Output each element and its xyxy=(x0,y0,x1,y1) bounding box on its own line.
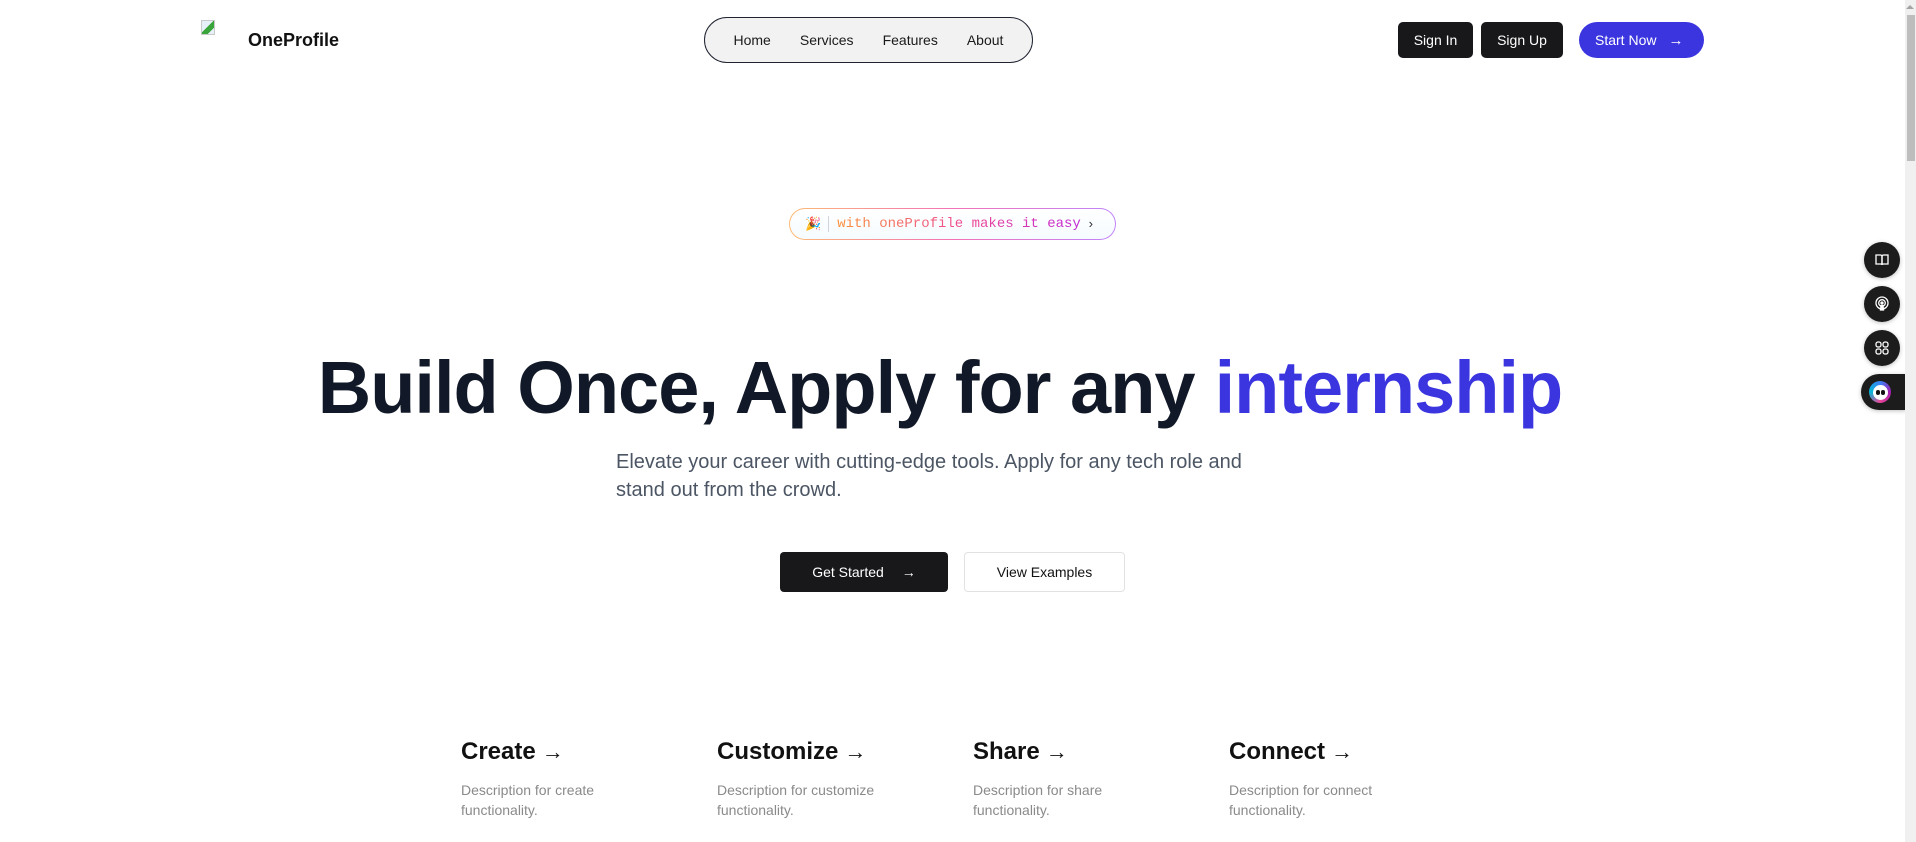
feature-description: Description for create functionality. xyxy=(461,782,595,818)
brand-name: OneProfile xyxy=(248,30,340,50)
hero-title-accent: internship xyxy=(1214,346,1564,429)
page: OneProfile Home Services Features About … xyxy=(0,0,1916,842)
feature-description: Description for customize functionality. xyxy=(717,782,875,818)
nav-services[interactable]: Services xyxy=(800,32,854,48)
apps-grid-icon xyxy=(1875,341,1889,355)
main-nav: Home Services Features About xyxy=(704,17,1033,63)
badge-text: with oneProfile makes it easy xyxy=(837,216,1081,232)
scrollbar-thumb[interactable] xyxy=(1907,15,1915,161)
feature-description: Description for share functionality. xyxy=(973,782,1103,818)
view-examples-button[interactable]: View Examples xyxy=(964,552,1125,592)
vertical-scrollbar[interactable] xyxy=(1905,0,1916,842)
feature-title: Connect → xyxy=(1229,738,1449,766)
feature-title-text: Create xyxy=(461,738,536,765)
arrow-right-icon: → xyxy=(541,739,564,764)
arrow-right-icon: → xyxy=(1331,739,1353,764)
feature-title: Share → xyxy=(973,738,1193,766)
feature-share[interactable]: Share → Description for share functionali… xyxy=(973,738,1193,820)
hero-subtitle: Elevate your career with cutting-edge to… xyxy=(616,451,1242,501)
sign-in-button[interactable]: Sign In xyxy=(1398,22,1473,58)
chevron-right-icon: › xyxy=(1086,216,1095,232)
chat-bot-button[interactable] xyxy=(1861,374,1906,410)
podcast-icon xyxy=(1875,296,1889,311)
start-now-label: Start Now xyxy=(1595,32,1657,48)
nav-features[interactable]: Features xyxy=(883,32,938,48)
sign-up-button[interactable]: Sign Up xyxy=(1481,22,1563,58)
party-popper-icon: 🎉 xyxy=(805,216,822,232)
nav-about[interactable]: About xyxy=(967,32,1004,48)
arrow-right-icon: → xyxy=(901,564,916,580)
logo[interactable]: OneProfile xyxy=(201,20,339,50)
scroll-up-arrow-icon[interactable] xyxy=(1906,5,1914,9)
feature-title-text: Customize xyxy=(717,738,839,765)
hero-title: Build Once, Apply for any internship xyxy=(0,345,1880,430)
apps-button[interactable] xyxy=(1864,330,1900,366)
feature-description: Description for connect functionality. xyxy=(1229,782,1373,818)
podcast-button[interactable] xyxy=(1864,286,1900,322)
feature-create[interactable]: Create → Description for create functiona… xyxy=(461,738,681,820)
feature-customize[interactable]: Customize → Description for customize fun… xyxy=(717,738,937,820)
book-button[interactable] xyxy=(1864,242,1900,278)
start-now-button[interactable]: Start Now → xyxy=(1579,22,1704,58)
announcement-badge[interactable]: 🎉 with oneProfile makes it easy › xyxy=(789,208,1116,240)
chat-bot-icon xyxy=(1869,381,1891,403)
feature-connect[interactable]: Connect → Description for connect functio… xyxy=(1229,738,1449,820)
feature-title-text: Share xyxy=(973,738,1040,765)
arrow-right-icon: → xyxy=(1668,31,1684,49)
hero-title-main: Build Once, Apply for any xyxy=(317,346,1196,429)
feature-title: Customize → xyxy=(717,738,937,766)
get-started-label: Get Started xyxy=(812,564,884,580)
book-icon xyxy=(1875,254,1889,266)
arrow-right-icon: → xyxy=(844,739,867,764)
feature-title-text: Connect xyxy=(1229,738,1325,765)
get-started-button[interactable]: Get Started → xyxy=(780,552,948,592)
badge-divider xyxy=(828,216,830,232)
feature-title: Create → xyxy=(461,738,681,766)
arrow-right-icon: → xyxy=(1045,739,1068,764)
nav-home[interactable]: Home xyxy=(734,32,771,48)
broken-logo-image-icon xyxy=(201,20,217,36)
